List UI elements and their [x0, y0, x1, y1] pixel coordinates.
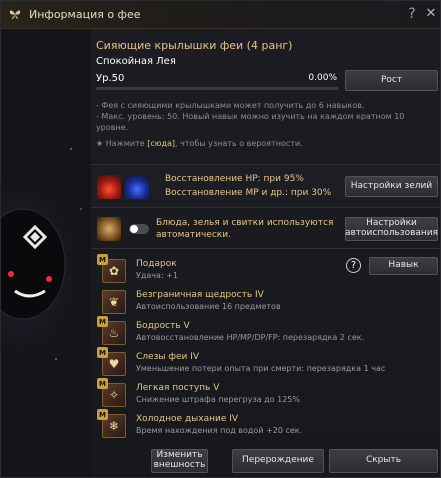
divider: [91, 248, 440, 249]
butterfly-icon: [9, 10, 21, 19]
fairy-level: Ур.50: [96, 73, 125, 84]
skill-item[interactable]: M ✧ Легкая поступь V Снижение штрафа пер…: [97, 378, 437, 413]
skill-name: Слезы феи IV: [136, 352, 200, 362]
hp-potion-icon[interactable]: [97, 175, 121, 199]
mastery-badge: M: [97, 409, 108, 420]
mastery-badge: M: [97, 254, 108, 265]
skill-desc: Удача: +1: [136, 271, 178, 280]
note-probability-suffix: , чтобы узнать о вероятности.: [175, 139, 303, 148]
mp-potion-icon[interactable]: [125, 175, 149, 199]
skill-desc: Уменьшение потери опыта при смерти: пере…: [136, 364, 386, 373]
divider: [91, 207, 440, 208]
skill-name: Легкая поступь V: [136, 383, 220, 393]
potion-settings-button[interactable]: Настройки зелий: [345, 176, 438, 197]
mastery-badge: M: [97, 347, 108, 358]
skill-name: Подарок: [136, 259, 177, 269]
skill-item[interactable]: M ✿ Подарок Удача: +1: [97, 254, 437, 289]
skill-item[interactable]: M ♥ Слезы феи IV Уменьшение потери опыта…: [97, 347, 437, 382]
skill-desc: Время нахождения под водой +20 сек.: [136, 426, 303, 435]
hp-restore-text: Восстановление HP: при 95%: [165, 174, 304, 184]
note-max-level: - Макс. уровень: 50. Новый навык можно и…: [96, 112, 405, 132]
skill-desc: Автовосстановление HP/MP/DP/FP: перезаря…: [136, 333, 365, 342]
title-bar[interactable]: Информация о фее ? ✕: [1, 1, 440, 29]
change-appearance-button[interactable]: Изменить внешность: [151, 449, 208, 473]
skill-item[interactable]: M ♨ Бодрость V Автовосстановление HP/MP/…: [97, 316, 437, 351]
auto-use-settings-button[interactable]: Настройки автоиспользования: [345, 217, 438, 241]
auto-use-icon: [97, 217, 121, 241]
level-progress-text: 0.00%: [308, 73, 337, 83]
toggle-knob: [130, 225, 138, 233]
wing-icon: ❦: [102, 290, 126, 314]
mastery-badge: M: [97, 316, 108, 327]
skill-name: Холодное дыхание IV: [136, 414, 239, 424]
note-probability-prefix: ★ Нажмите: [96, 139, 148, 148]
skill-name: Безграничная щедрость IV: [136, 290, 264, 300]
help-icon[interactable]: ?: [405, 6, 419, 22]
auto-use-toggle[interactable]: [129, 224, 149, 234]
skill-desc: Автоиспользование 16 предметов: [136, 302, 281, 311]
fairy-name: Спокойная Лея: [96, 56, 176, 67]
skill-item[interactable]: M ❄ Холодное дыхание IV Время нахождения…: [97, 409, 437, 444]
fairy-info-window: Информация о фее ? ✕ Сияющие крылышки фе…: [0, 0, 441, 478]
mp-restore-text: Восстановление MP и др.: при 30%: [165, 188, 332, 198]
note-skills-count: - Фея с сияющими крылышками может получи…: [96, 101, 365, 110]
auto-use-text: Блюда, зелья и свитки используются автом…: [156, 218, 334, 240]
hide-button[interactable]: Скрыть: [329, 449, 438, 473]
fairy-creature-icon: [1, 148, 82, 360]
note-probability: ★ Нажмите [сюда], чтобы узнать о вероятн…: [96, 138, 426, 149]
rebirth-button[interactable]: Перерождение: [232, 449, 324, 473]
probability-link[interactable]: [сюда]: [147, 139, 175, 148]
grow-button[interactable]: Рост: [345, 70, 438, 91]
skill-name: Бодрость V: [136, 321, 190, 331]
skill-item[interactable]: ❦ Безграничная щедрость IV Автоиспользов…: [97, 290, 437, 320]
mastery-badge: M: [97, 378, 108, 389]
fairy-portrait: [1, 29, 91, 477]
close-icon[interactable]: ✕: [424, 6, 438, 22]
skill-desc: Снижение штрафа перегруза до 125%: [136, 395, 300, 404]
level-progress-bar: [96, 87, 338, 90]
fairy-type: Сияющие крылышки феи (4 ранг): [96, 39, 293, 52]
window-title: Информация о фее: [29, 8, 141, 21]
